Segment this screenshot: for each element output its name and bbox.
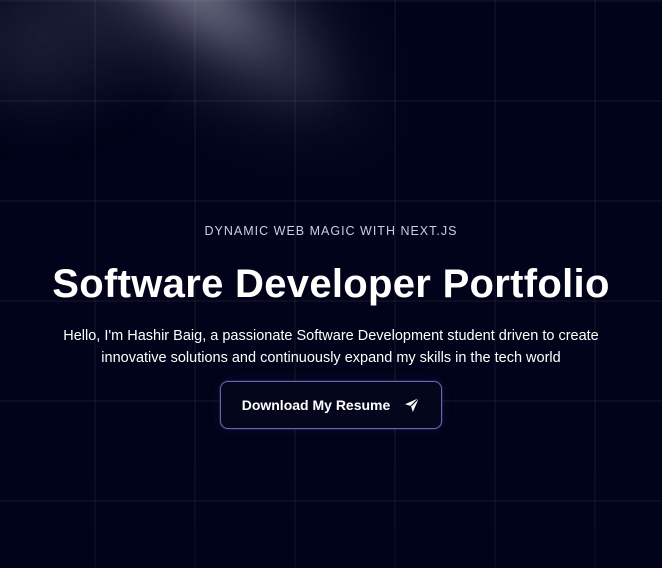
hero-eyebrow: DYNAMIC WEB MAGIC WITH NEXT.JS [204, 224, 458, 238]
hero-title: Software Developer Portfolio [52, 262, 610, 306]
send-icon [404, 397, 420, 413]
bottom-fade [0, 448, 662, 568]
download-resume-label: Download My Resume [241, 397, 391, 413]
download-resume-button[interactable]: Download My Resume [220, 381, 442, 429]
hero-description: Hello, I'm Hashir Baig, a passionate Sof… [63, 328, 599, 366]
hero-section: DYNAMIC WEB MAGIC WITH NEXT.JS Software … [0, 0, 662, 568]
